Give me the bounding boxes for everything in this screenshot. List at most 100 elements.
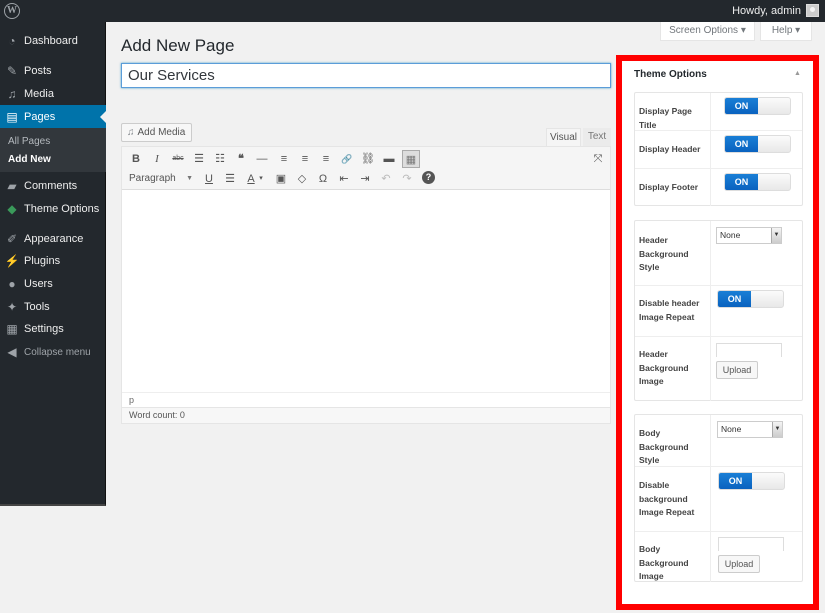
element-path[interactable]: p: [122, 392, 610, 407]
align-right-icon[interactable]: ≡: [317, 150, 335, 168]
header-bg-image-input[interactable]: [716, 343, 782, 357]
header-bg-style-select[interactable]: None ▼: [716, 227, 782, 244]
disable-bg-repeat-toggle[interactable]: ON: [718, 472, 785, 490]
clear-formatting-icon[interactable]: ◇: [293, 170, 311, 188]
toggle-on-label: ON: [725, 174, 758, 190]
pages-icon: ▤: [6, 109, 18, 124]
collapse-panel-icon[interactable]: ▲: [794, 70, 801, 77]
body-options-group: Body Background Style None ▼ Disable bac…: [634, 414, 803, 582]
sidebar-item-media[interactable]: ♫ Media: [0, 83, 106, 105]
blockquote-icon[interactable]: ❝: [232, 150, 250, 168]
help-icon[interactable]: ?: [422, 171, 435, 184]
italic-icon[interactable]: I: [148, 150, 166, 168]
select-value: None: [720, 230, 741, 240]
sidebar-item-comments[interactable]: ▰ Comments: [0, 175, 106, 197]
horizontal-rule-icon[interactable]: —: [253, 150, 271, 168]
sidebar-item-appearance[interactable]: ✐ Appearance: [0, 228, 106, 250]
option-label: Display Header: [639, 144, 701, 154]
bullet-list-icon[interactable]: ☰: [190, 150, 208, 168]
pin-icon: ✎: [6, 64, 18, 78]
align-center-icon[interactable]: ≡: [296, 150, 314, 168]
link-icon[interactable]: 🔗: [338, 150, 356, 168]
howdy-greeting[interactable]: Howdy, admin: [732, 5, 801, 17]
sidebar-item-label: Posts: [24, 65, 52, 77]
select-value: None: [721, 424, 742, 434]
screen-options-button[interactable]: Screen Options ▾: [660, 22, 755, 41]
theme-options-icon: ◆: [7, 202, 17, 216]
add-media-label: Add Media: [137, 127, 186, 138]
justify-icon[interactable]: ☰: [221, 170, 239, 188]
plugin-icon: ⚡: [4, 254, 20, 268]
editor-content-area[interactable]: [122, 191, 610, 391]
collapse-menu-label: Collapse menu: [24, 346, 91, 358]
post-title-input[interactable]: [121, 63, 611, 88]
sidebar-item-settings[interactable]: ▦ Settings: [0, 318, 106, 340]
header-bg-upload-button[interactable]: Upload: [716, 361, 758, 379]
paste-text-icon[interactable]: ▣: [272, 170, 290, 188]
paragraph-format-select[interactable]: Paragraph ▼: [126, 170, 196, 187]
sidebar-item-label: Settings: [24, 323, 64, 335]
sidebar-item-theme-options[interactable]: ◆ Theme Options: [0, 198, 106, 220]
outdent-icon[interactable]: ⇤: [335, 170, 353, 188]
strikethrough-icon[interactable]: abc: [169, 150, 187, 168]
help-button[interactable]: Help ▾: [760, 22, 812, 41]
toolbar-toggle-icon[interactable]: ▦: [402, 150, 420, 168]
numbered-list-icon[interactable]: ☷: [211, 150, 229, 168]
chevron-down-icon: ▼: [186, 175, 193, 182]
chevron-down-icon: ▼: [772, 422, 782, 437]
sidebar-item-tools[interactable]: ✦ Tools: [0, 296, 106, 318]
option-row-display-page-title: Display Page Title ON: [635, 93, 802, 131]
admin-sidebar: ◔ Dashboard ✎ Posts ♫ Media ▤ Pages All …: [0, 22, 107, 506]
sidebar-item-dashboard[interactable]: ◔ Dashboard: [0, 30, 106, 52]
sidebar-item-pages[interactable]: ▤ Pages: [0, 105, 107, 128]
option-label: Header Background Style: [639, 235, 689, 272]
tab-text[interactable]: Text: [583, 128, 611, 146]
underline-icon[interactable]: U: [200, 170, 218, 188]
option-row-disable-bg-repeat: Disable background Image Repeat ON: [635, 467, 802, 532]
word-count: Word count: 0: [122, 407, 610, 423]
avatar[interactable]: [806, 4, 819, 17]
body-bg-image-input[interactable]: [718, 537, 784, 551]
display-footer-toggle[interactable]: ON: [724, 173, 791, 191]
option-row-display-header: Display Header ON: [635, 131, 802, 169]
text-color-dropdown-icon[interactable]: ▾: [256, 170, 266, 188]
format-select-value: Paragraph: [129, 173, 176, 184]
unlink-icon[interactable]: ⛓: [359, 150, 377, 168]
chevron-down-icon: ▼: [771, 228, 781, 243]
tab-visual[interactable]: Visual: [546, 128, 581, 146]
bold-icon[interactable]: B: [127, 150, 145, 168]
option-row-display-footer: Display Footer ON: [635, 169, 802, 206]
sidebar-item-label: Appearance: [24, 233, 84, 245]
special-character-icon[interactable]: Ω: [314, 170, 332, 188]
option-row-header-bg-style: Header Background Style None ▼: [635, 221, 802, 286]
sidebar-item-posts[interactable]: ✎ Posts: [0, 60, 106, 82]
align-left-icon[interactable]: ≡: [275, 150, 293, 168]
display-page-title-toggle[interactable]: ON: [724, 97, 791, 115]
option-label: Body Background Style: [639, 428, 689, 465]
sidebar-item-label: Dashboard: [24, 35, 78, 47]
indent-icon[interactable]: ⇥: [356, 170, 374, 188]
display-header-toggle[interactable]: ON: [724, 135, 791, 153]
option-label: Display Footer: [639, 182, 699, 192]
option-label: Disable header Image Repeat: [639, 298, 700, 322]
wordpress-logo-icon[interactable]: W: [4, 3, 20, 19]
undo-icon[interactable]: ↶: [377, 170, 395, 188]
body-bg-style-select[interactable]: None ▼: [717, 421, 783, 438]
submenu-item-all-pages[interactable]: All Pages: [8, 136, 50, 147]
sidebar-item-users[interactable]: ● Users: [0, 273, 106, 295]
option-row-body-bg-image: Body Background Image Upload: [635, 532, 802, 582]
admin-bar: W Howdy, admin: [0, 0, 825, 22]
submenu-item-add-new[interactable]: Add New: [8, 154, 51, 165]
pages-submenu: All Pages Add New: [0, 128, 106, 172]
add-media-button[interactable]: ♫ Add Media: [121, 123, 192, 142]
read-more-icon[interactable]: ▬: [380, 150, 398, 168]
page-title: Add New Page: [121, 36, 235, 55]
sidebar-item-label: Media: [24, 88, 54, 100]
fullscreen-icon[interactable]: ⤧: [589, 150, 607, 168]
sidebar-item-plugins[interactable]: ⚡ Plugins: [0, 250, 106, 272]
body-bg-upload-button[interactable]: Upload: [718, 555, 760, 573]
option-row-header-bg-image: Header Background Image Upload: [635, 337, 802, 401]
redo-icon[interactable]: ↷: [398, 170, 416, 188]
collapse-menu-button[interactable]: ◀ Collapse menu: [0, 341, 106, 363]
disable-header-repeat-toggle[interactable]: ON: [717, 290, 784, 308]
